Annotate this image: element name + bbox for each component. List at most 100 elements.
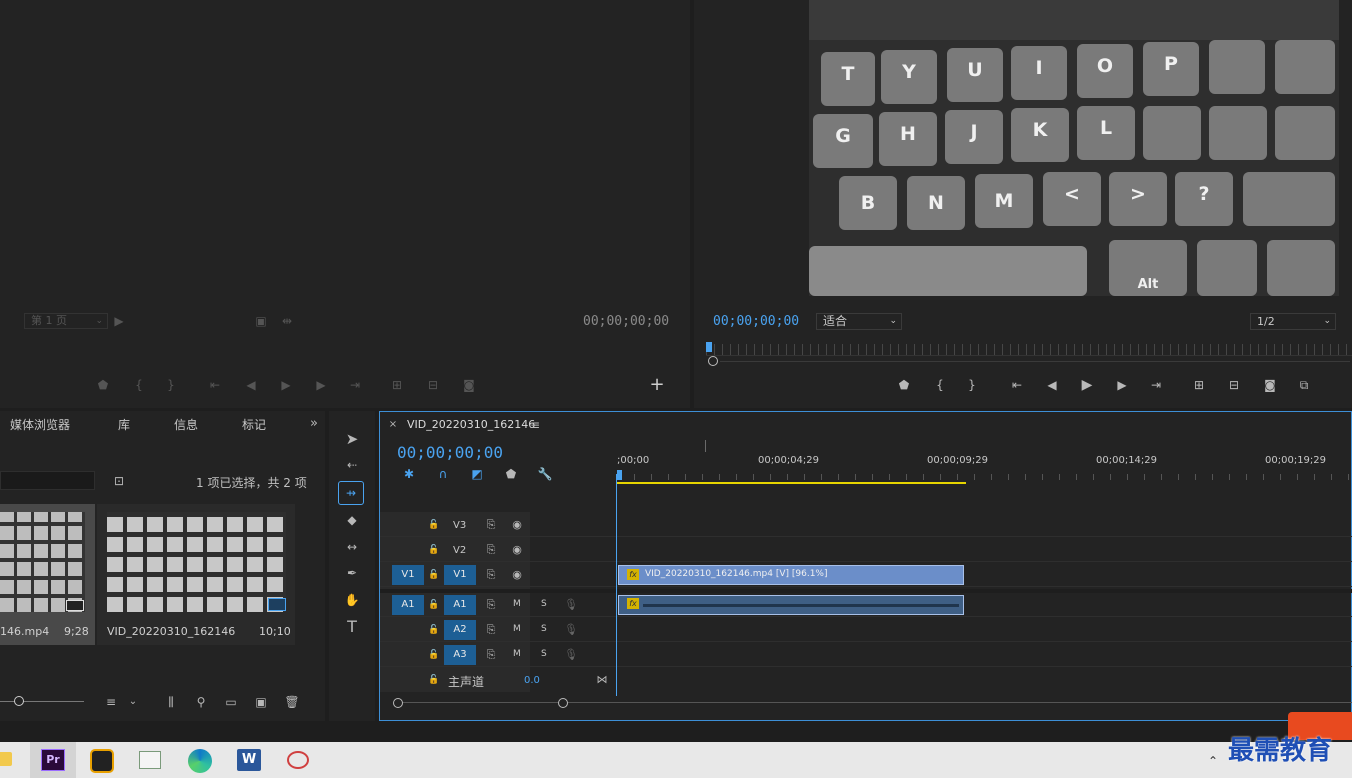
chevron-down-icon[interactable]: ⌄ [124,694,142,710]
resolution-select[interactable]: 1/2 ⌄ [1250,313,1336,330]
go-to-in-icon[interactable]: ⇤ [206,377,224,393]
go-to-end-icon[interactable]: ⋈ [593,672,611,688]
audio-clip[interactable]: fx [618,595,964,615]
track-label[interactable]: A3 [444,645,476,665]
lift-icon[interactable]: ⊞ [1190,377,1208,393]
selection-tool-icon[interactable]: ➤ [343,431,361,447]
lock-icon[interactable]: 🔓 [425,597,443,613]
play-icon[interactable]: ▶ [1078,377,1096,393]
mute-button[interactable]: M [513,649,521,659]
add-marker-icon[interactable]: ⬟ [502,466,520,482]
tab-info[interactable]: 信息 [174,416,198,433]
sync-lock-icon[interactable]: ⎘ [482,542,500,558]
playhead-marker[interactable] [706,342,712,352]
insert-icon[interactable]: ⊞ [388,377,406,393]
playhead-marker[interactable] [617,470,622,480]
mute-button[interactable]: M [513,599,521,609]
zoom-handle-right[interactable] [558,698,568,708]
video-clip[interactable]: fx VID_20220310_162146.mp4 [V] [96.1%] [618,565,964,585]
sync-lock-icon[interactable]: ⎘ [482,597,500,613]
track-label[interactable]: V1 [444,565,476,585]
panel-overflow-icon[interactable]: » [305,416,323,432]
wrench-icon[interactable]: 🔧 [536,466,554,482]
zoom-handle-left[interactable] [393,698,403,708]
project-item[interactable]: VID_20220310_162146 10;10 [97,504,295,645]
mark-out-icon[interactable]: } [162,377,180,393]
lock-icon[interactable]: 🔓 [425,542,443,558]
program-ruler[interactable] [706,344,1352,356]
solo-button[interactable]: S [541,599,547,609]
sync-lock-icon[interactable]: ⎘ [482,567,500,583]
mark-out-icon[interactable]: } [963,377,981,393]
word-icon[interactable]: W [237,749,261,771]
sync-lock-icon[interactable]: ⎘ [482,517,500,533]
step-forward-icon[interactable]: ▶ [312,377,330,393]
razor-tool-icon[interactable]: ◆ [343,512,361,528]
sort-icon[interactable]: ≡ [102,694,120,710]
app-feather-icon[interactable] [287,751,309,769]
timeline-zoom-bar[interactable] [394,702,1352,703]
eye-icon[interactable]: ◉ [508,517,526,533]
hand-tool-icon[interactable]: ✋ [343,592,361,608]
eye-icon[interactable]: ◉ [508,567,526,583]
fit-select[interactable]: 适合 ⌄ [816,313,902,330]
sequence-tab[interactable]: VID_20220310_162146 [407,418,535,431]
export-frame-icon[interactable]: ◙ [1261,377,1279,393]
lock-icon[interactable]: 🔓 [425,647,443,663]
snap-magnet-icon[interactable]: ∩ [434,466,452,482]
microphone-icon[interactable]: 🎙 [562,647,580,663]
lock-icon[interactable]: 🔓 [425,567,443,583]
eye-icon[interactable]: ◉ [508,542,526,558]
microphone-icon[interactable]: 🎙 [562,597,580,613]
nest-icon[interactable]: ✱ [400,466,418,482]
master-volume[interactable]: 0.0 [524,675,540,686]
go-to-out-icon[interactable]: ⇥ [1147,377,1165,393]
project-item[interactable]: 146.mp4 9;28 [0,504,95,645]
thumbnail-size-slider[interactable] [0,701,84,702]
extract-icon[interactable]: ⊟ [1225,377,1243,393]
add-marker-icon[interactable]: ⬟ [895,377,913,393]
tab-media-browser[interactable]: 媒体浏览器 [10,416,70,433]
add-button-icon[interactable]: + [648,376,666,394]
track-select-tool-icon[interactable]: ⇠ [343,457,361,473]
go-to-out-icon[interactable]: ⇥ [346,377,364,393]
work-area-bar[interactable] [617,482,966,484]
file-explorer-icon[interactable] [0,752,12,766]
lock-icon[interactable]: 🔓 [425,517,443,533]
track-label[interactable]: A2 [444,620,476,640]
play-icon[interactable]: ▶ [277,377,295,393]
timeline-ruler[interactable]: ;00;00 00;00;04;29 00;00;09;29 00;00;14;… [617,440,1352,484]
playhead-line[interactable] [616,474,617,696]
slip-tool-icon[interactable]: ↔ [343,539,361,555]
track-label[interactable]: A1 [444,595,476,615]
new-bin-icon[interactable]: ▭ [222,694,240,710]
settings-arrows-icon[interactable]: ⇹ [278,313,296,329]
edge-icon[interactable] [188,749,212,773]
step-back-icon[interactable]: ◀ [242,377,260,393]
page-select[interactable]: 第 1 页 ⌄ [24,313,108,329]
search-icon[interactable]: ⚲ [192,694,210,710]
sync-lock-icon[interactable]: ⎘ [482,647,500,663]
slider-handle[interactable] [14,696,24,706]
new-item-icon[interactable]: ▣ [252,694,270,710]
source-patch-v1[interactable]: V1 [392,565,424,585]
search-input[interactable] [0,471,95,490]
find-bin-icon[interactable]: ⊡ [110,473,128,489]
overwrite-icon[interactable]: ⊟ [424,377,442,393]
mark-in-icon[interactable]: { [130,377,148,393]
solo-button[interactable]: S [541,624,547,634]
pen-tool-icon[interactable]: ✒ [343,565,361,581]
step-forward-icon[interactable]: ▶ [1113,377,1131,393]
zoom-handle[interactable] [708,356,718,366]
lock-icon[interactable]: 🔓 [425,672,443,688]
menu-icon[interactable]: ≡ [526,417,544,433]
lock-icon[interactable]: 🔓 [425,622,443,638]
trash-icon[interactable]: 🗑 [283,694,301,710]
play-triangle-icon[interactable]: ▶ [110,313,128,329]
chevron-up-icon[interactable]: ⌃ [1204,753,1222,769]
automate-sequence-icon[interactable]: ⫼ [162,694,180,710]
export-frame-icon[interactable]: ◙ [460,377,478,393]
go-to-in-icon[interactable]: ⇤ [1008,377,1026,393]
add-marker-icon[interactable]: ⬟ [94,377,112,393]
mark-in-icon[interactable]: { [931,377,949,393]
